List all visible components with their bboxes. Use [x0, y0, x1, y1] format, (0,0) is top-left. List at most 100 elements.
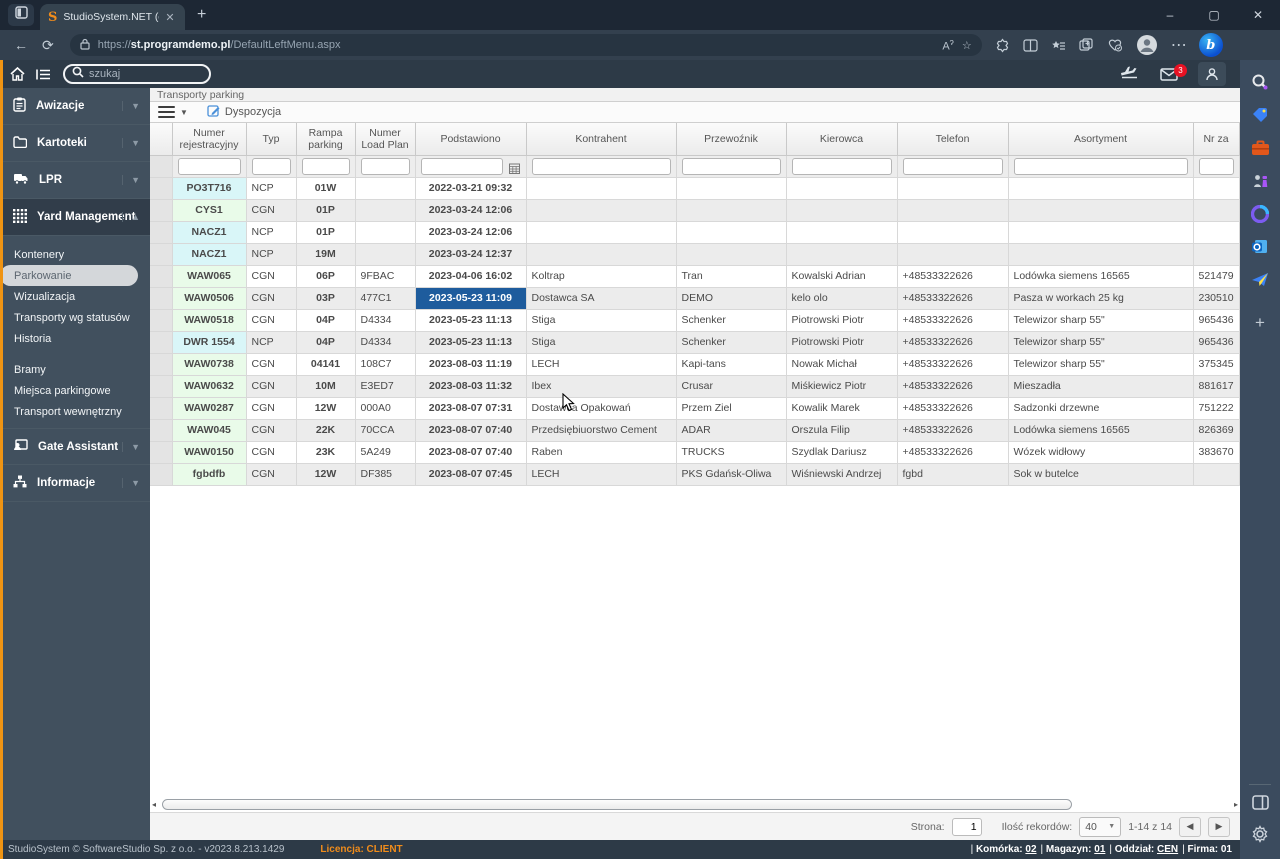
cell-kierowca[interactable]: Piotrowski Piotr: [786, 331, 898, 354]
page-input[interactable]: [951, 817, 982, 836]
cell-nr[interactable]: [1193, 463, 1240, 486]
filter-numer-load-plan[interactable]: [360, 157, 410, 175]
cell-nr[interactable]: 521479: [1193, 265, 1240, 288]
cell-nr[interactable]: 826369: [1193, 419, 1240, 442]
scrollbar-thumb[interactable]: [162, 798, 1072, 810]
cell-kierowca[interactable]: Piotrowski Piotr: [786, 309, 898, 332]
cell-rampa[interactable]: 01P: [296, 199, 356, 222]
cell-kontrahent[interactable]: Dostawca SA: [526, 287, 677, 310]
cell-reg[interactable]: fgbdfb: [172, 463, 247, 486]
cell-loadplan[interactable]: [355, 221, 416, 244]
cell-telefon[interactable]: +48533322626: [897, 397, 1009, 420]
cell-asortyment[interactable]: Sok w butelce: [1008, 463, 1194, 486]
cell-podstawiono[interactable]: 2023-04-06 16:02: [415, 265, 527, 288]
cell-handle[interactable]: [150, 397, 173, 420]
prev-page-button[interactable]: ◀: [1179, 816, 1201, 837]
cell-handle[interactable]: [150, 441, 173, 464]
cell-przewoznik[interactable]: TRUCKS: [676, 441, 787, 464]
back-icon[interactable]: ←: [14, 37, 28, 53]
cell-nr[interactable]: 375345: [1193, 353, 1240, 376]
outlook-icon[interactable]: [1249, 236, 1271, 258]
cell-handle[interactable]: [150, 331, 173, 354]
cell-loadplan[interactable]: 5A249: [355, 441, 416, 464]
cell-podstawiono[interactable]: 2023-08-07 07:45: [415, 463, 527, 486]
cell-podstawiono[interactable]: 2023-03-24 12:06: [415, 221, 527, 244]
sidebar-item-parkowanie[interactable]: Parkowanie: [0, 265, 138, 286]
cell-handle[interactable]: [150, 177, 173, 200]
cell-telefon[interactable]: +48533322626: [897, 375, 1009, 398]
sidebar-item-historia[interactable]: Historia: [0, 328, 150, 349]
cell-kierowca[interactable]: kelo olo: [786, 287, 898, 310]
cell-reg[interactable]: PO3T716: [172, 177, 247, 200]
drop-icon[interactable]: [1249, 269, 1271, 291]
cell-rampa[interactable]: 19M: [296, 243, 356, 266]
chevron-down-icon[interactable]: ▼: [122, 441, 140, 452]
cell-typ[interactable]: CGN: [246, 463, 297, 486]
cell-telefon[interactable]: [897, 199, 1009, 222]
cell-asortyment[interactable]: Lodówka siemens 16565: [1008, 265, 1194, 288]
cell-telefon[interactable]: +48533322626: [897, 265, 1009, 288]
cell-typ[interactable]: NCP: [246, 243, 297, 266]
cell-przewoznik[interactable]: Tran: [676, 265, 787, 288]
cell-asortyment[interactable]: Wózek widłowy: [1008, 441, 1194, 464]
cell-asortyment[interactable]: Telewizor sharp 55": [1008, 331, 1194, 354]
cell-nr[interactable]: [1193, 221, 1240, 244]
microsoft365-icon[interactable]: [1249, 203, 1271, 225]
cell-nr[interactable]: 230510: [1193, 287, 1240, 310]
cell-handle[interactable]: [150, 463, 173, 486]
horizontal-scrollbar[interactable]: ◂ ▸: [152, 798, 1238, 810]
table-row[interactable]: DWR 1554 NCP 04P D4334 2023-05-23 11:13 Stiga…: [150, 331, 1240, 354]
cell-przewoznik[interactable]: ADAR: [676, 419, 787, 442]
table-row[interactable]: WAW0287 CGN 12W 000A0 2023-08-07 07:31 Dostaw…: [150, 397, 1240, 420]
table-row[interactable]: WAW0506 CGN 03P 477C1 2023-05-23 11:09 Dostaw…: [150, 287, 1240, 310]
cell-telefon[interactable]: +48533322626: [897, 287, 1009, 310]
cell-reg[interactable]: WAW0150: [172, 441, 247, 464]
cell-typ[interactable]: CGN: [246, 353, 297, 376]
cell-rampa[interactable]: 12W: [296, 463, 356, 486]
sidebar-search-icon[interactable]: [1249, 71, 1271, 93]
add-sidebar-app-icon[interactable]: +: [1255, 313, 1265, 333]
cell-kierowca[interactable]: Kowalski Adrian: [786, 265, 898, 288]
app-menu-icon[interactable]: [35, 68, 51, 81]
cell-podstawiono[interactable]: 2023-08-07 07:31: [415, 397, 527, 420]
home-icon[interactable]: [10, 67, 25, 81]
col-header-kontrahent[interactable]: Kontrahent: [525, 123, 677, 156]
cell-typ[interactable]: CGN: [246, 199, 297, 222]
refresh-icon[interactable]: ⟳: [42, 37, 54, 54]
context-komorka[interactable]: Komórka: 02: [971, 844, 1037, 855]
col-header-typ[interactable]: Typ: [245, 123, 297, 156]
cell-przewoznik[interactable]: [676, 221, 787, 244]
cell-typ[interactable]: NCP: [246, 177, 297, 200]
cell-reg[interactable]: WAW0632: [172, 375, 247, 398]
cell-typ[interactable]: CGN: [246, 265, 297, 288]
sidebar-item-transport-wewnetrzny[interactable]: Transport wewnętrzny: [0, 401, 150, 422]
calendar-icon[interactable]: [508, 163, 520, 177]
col-header-numer-rejestracyjny[interactable]: Numer rejestracyjny: [171, 123, 247, 156]
cell-podstawiono[interactable]: 2023-08-03 11:32: [415, 375, 527, 398]
chevron-down-icon[interactable]: ▼: [122, 478, 140, 488]
cell-telefon[interactable]: +48533322626: [897, 309, 1009, 332]
tab-close-icon[interactable]: ✕: [165, 11, 174, 24]
context-oddzial[interactable]: Oddział: CEN: [1109, 844, 1178, 855]
cell-przewoznik[interactable]: Przem Ziel: [676, 397, 787, 420]
cell-loadplan[interactable]: 70CCA: [355, 419, 416, 442]
cell-typ[interactable]: CGN: [246, 309, 297, 332]
app-search[interactable]: [63, 64, 211, 84]
cell-podstawiono[interactable]: 2023-05-23 11:09: [415, 287, 527, 310]
cell-podstawiono[interactable]: 2023-05-23 11:13: [415, 309, 527, 332]
cell-reg[interactable]: WAW0738: [172, 353, 247, 376]
cell-loadplan[interactable]: DF385: [355, 463, 416, 486]
scrollbar-track[interactable]: [160, 798, 1230, 810]
cell-telefon[interactable]: [897, 243, 1009, 266]
cell-rampa[interactable]: 03P: [296, 287, 356, 310]
cell-kierowca[interactable]: [786, 199, 898, 222]
chevron-down-icon[interactable]: ▼: [122, 101, 140, 111]
cell-loadplan[interactable]: 9FBAC: [355, 265, 416, 288]
scroll-right-icon[interactable]: ▸: [1230, 800, 1238, 809]
sidebar-item-awizacje[interactable]: Awizacje ▼: [0, 88, 150, 125]
cell-loadplan[interactable]: 108C7: [355, 353, 416, 376]
dyspozycja-button[interactable]: Dyspozycja: [207, 104, 281, 120]
cell-asortyment[interactable]: [1008, 177, 1194, 200]
cell-loadplan[interactable]: D4334: [355, 309, 416, 332]
cell-kierowca[interactable]: Miśkiewicz Piotr: [786, 375, 898, 398]
